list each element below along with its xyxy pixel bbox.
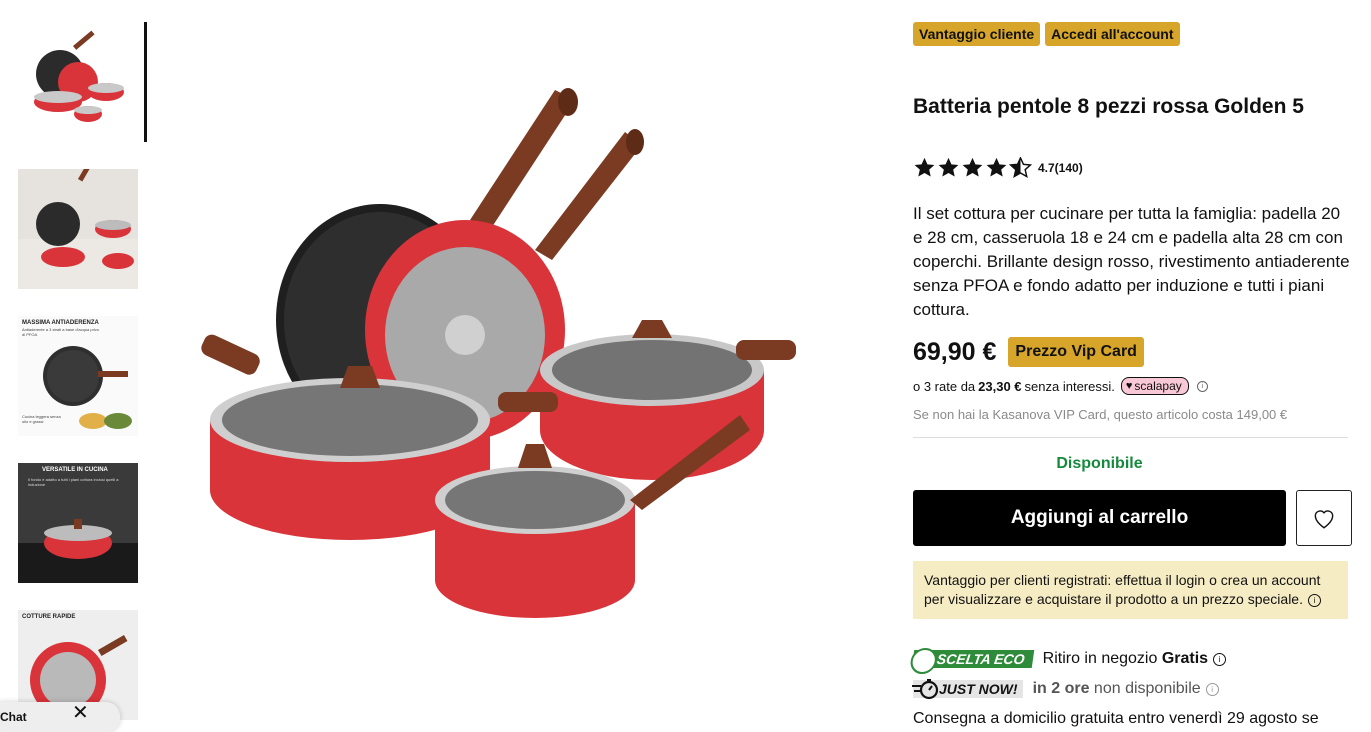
notice-text: Vantaggio per clienti registrati: effett… <box>924 572 1321 607</box>
home-delivery-text: Consegna a domicilio gratuita entro vene… <box>913 710 1319 727</box>
thumbnail-3-caption: MASSIMA ANTIADERENZA <box>22 320 99 326</box>
express-status: non disponibile <box>1093 680 1201 697</box>
heart-outline-icon <box>1314 510 1334 529</box>
pickup-price: Gratis <box>1161 650 1209 667</box>
header-badges: Vantaggio cliente Accedi all'account <box>913 22 1353 46</box>
rating-text: 4.7(140) <box>1038 161 1083 175</box>
star-icon <box>938 157 959 177</box>
express-delivery-row: JUST NOW! in 2 ore non disponibile i <box>912 679 1219 700</box>
scalapay-label: scalapay <box>1134 379 1182 393</box>
product-rating[interactable]: 4.7(140) <box>913 157 1083 179</box>
price-row: 69,90 € Prezzo Vip Card <box>913 337 1144 367</box>
product-description: Il set cottura per cucinare per tutta la… <box>913 204 1350 319</box>
express-time: in 2 ore <box>1032 680 1090 697</box>
divider <box>913 437 1348 438</box>
heart-icon: ♥ <box>1125 380 1133 392</box>
wishlist-button[interactable] <box>1296 490 1352 546</box>
leaf-icon <box>908 648 939 674</box>
chat-label[interactable]: Chat <box>0 710 27 724</box>
thumbnail-1[interactable] <box>18 22 138 142</box>
just-now-badge: JUST NOW! <box>912 679 1023 700</box>
thumbnail-3-extra: Cucina leggera senza olio e grassi <box>22 414 61 424</box>
star-icon <box>962 157 983 177</box>
login-account-badge[interactable]: Accedi all'account <box>1045 22 1180 46</box>
stopwatch-icon <box>912 679 939 700</box>
installments-suffix: senza interessi. <box>1024 378 1115 394</box>
customer-advantage-badge[interactable]: Vantaggio cliente <box>913 22 1041 46</box>
close-icon[interactable]: ✕ <box>72 700 89 725</box>
thumbnail-5-caption: COTTURE RAPIDE <box>22 614 76 620</box>
thumbnail-4-caption: VERSATILE IN CUCINA <box>42 467 108 473</box>
thumbnail-active-indicator <box>144 22 147 142</box>
registered-customer-notice: Vantaggio per clienti registrati: effett… <box>913 561 1348 619</box>
installment-amount: 23,30 € <box>978 378 1022 394</box>
vip-price-badge[interactable]: Prezzo Vip Card <box>1008 337 1144 367</box>
thumbnail-3[interactable]: MASSIMA ANTIADERENZA Antiaderente a 3 st… <box>18 316 138 436</box>
star-icon <box>914 157 935 177</box>
just-now-label: JUST NOW! <box>939 681 1018 697</box>
thumbnail-4[interactable]: VERSATILE IN CUCINA Il fondo è adatto a … <box>18 463 138 583</box>
info-icon[interactable]: i <box>1205 682 1219 696</box>
scalapay-badge[interactable]: ♥ scalapay <box>1120 377 1189 395</box>
eco-choice-badge: SCELTA ECO <box>908 648 1034 674</box>
rating-stars <box>913 157 1032 179</box>
store-pickup-row: SCELTA ECO Ritiro in negozio Gratis i <box>908 648 1227 674</box>
add-to-cart-button[interactable]: Aggiungi al carrello <box>913 490 1286 546</box>
info-icon[interactable]: i <box>1213 652 1227 666</box>
product-title: Batteria pentole 8 pezzi rossa Golden 5 <box>913 95 1304 118</box>
vip-card-note: Se non hai la Kasanova VIP Card, questo … <box>913 407 1288 422</box>
star-half-icon <box>1009 157 1032 178</box>
info-icon[interactable]: i <box>1307 593 1321 607</box>
star-icon <box>986 157 1007 177</box>
eco-badge-label: SCELTA ECO <box>935 651 1026 667</box>
availability-status: Disponibile <box>1056 455 1143 472</box>
product-price: 69,90 € <box>913 337 997 366</box>
thumbnail-4-subcaption: Il fondo è adatto a tutti i piani cottur… <box>28 477 119 487</box>
info-icon[interactable]: i <box>1196 380 1208 392</box>
pickup-prefix: Ritiro in negozio <box>1042 650 1158 667</box>
product-info-panel: Vantaggio cliente Accedi all'account Bat… <box>908 22 1353 727</box>
thumbnail-2[interactable] <box>18 169 138 289</box>
installments-prefix: o 3 rate da <box>913 378 976 394</box>
installments-info: o 3 rate da 23,30 € senza interessi. ♥ s… <box>913 377 1208 395</box>
thumbnail-3-subcaption: Antiaderente a 3 strati a base d'acqua p… <box>22 327 100 337</box>
product-main-image[interactable] <box>180 70 820 650</box>
